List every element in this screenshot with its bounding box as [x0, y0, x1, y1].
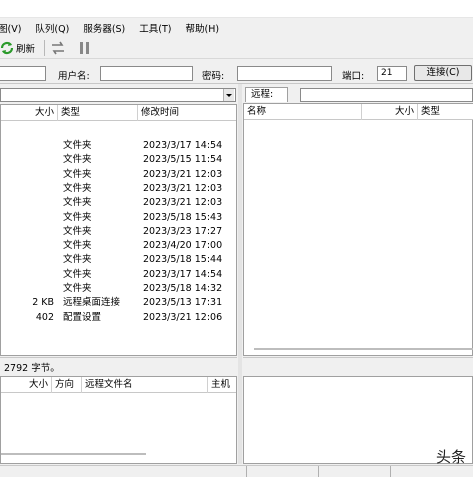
status-divider — [318, 466, 319, 477]
table-row[interactable]: 文件夹 2023/3/17 14:54 — [1, 268, 237, 282]
transfer-icon[interactable] — [50, 40, 66, 59]
table-row[interactable]: 文件夹 2023/3/21 12:03 — [1, 196, 237, 210]
port-label: 端口: — [342, 71, 365, 82]
file-modified: 2023/3/21 12:03 — [143, 182, 223, 194]
table-row[interactable]: 文件夹 2023/3/17 14:54 — [1, 139, 237, 153]
bottom-status-bar — [0, 465, 473, 477]
col-remote-file[interactable]: 远程文件名 — [82, 377, 208, 393]
status-divider — [246, 466, 247, 477]
file-type: 文件夹 — [63, 283, 92, 294]
queue-scrollbar[interactable] — [1, 453, 146, 455]
watermark-text: 头条 — [436, 448, 467, 466]
menu-help[interactable]: 帮助(H) — [185, 21, 219, 35]
table-row[interactable]: 文件夹 2023/5/15 11:54 — [1, 153, 237, 167]
host-field[interactable] — [0, 66, 46, 81]
password-field[interactable] — [237, 66, 332, 81]
col-remote-type[interactable]: 类型 — [418, 104, 473, 120]
table-row[interactable]: 文件夹 2023/5/18 15:43 — [1, 211, 237, 225]
table-row[interactable]: 402 配置设置 2023/3/21 12:06 — [1, 311, 237, 325]
file-modified: 2023/5/18 14:32 — [143, 283, 223, 294]
title-strip — [0, 0, 473, 18]
file-type: 文件夹 — [63, 211, 92, 223]
file-modified: 2023/5/18 15:43 — [143, 211, 223, 223]
tab-remote[interactable]: 远程: — [245, 87, 288, 102]
file-modified: 2023/3/21 12:06 — [143, 311, 223, 323]
username-label: 用户名: — [58, 71, 90, 82]
col-host[interactable]: 主机 — [208, 377, 236, 393]
remote-file-list: 名称 大小 类型 — [243, 103, 473, 356]
file-type: 文件夹 — [63, 254, 92, 266]
table-row[interactable]: 文件夹 2023/3/23 17:27 — [1, 225, 237, 239]
col-name[interactable]: 名称 — [244, 104, 362, 120]
col-direction[interactable]: 方向 — [52, 377, 82, 393]
dropdown-arrow-icon[interactable] — [223, 89, 234, 101]
remote-list-header: 名称 大小 类型 — [244, 104, 473, 120]
file-type: 文件夹 — [63, 154, 92, 166]
transfer-queue: 大小 方向 远程文件名 主机 — [0, 376, 237, 464]
menu-server[interactable]: 服务器(S) — [83, 21, 125, 35]
file-type: 文件夹 — [63, 240, 92, 252]
pause-icon[interactable] — [78, 40, 92, 59]
file-modified: 2023/4/20 17:00 — [143, 240, 223, 252]
file-type: 文件夹 — [63, 182, 92, 194]
menu-bar: 图(V) 队列(Q) 服务器(S) 工具(T) 帮助(H) — [0, 19, 473, 37]
file-modified: 2023/3/23 17:27 — [143, 225, 223, 237]
remote-path-field[interactable] — [300, 88, 473, 102]
file-type: 文件夹 — [63, 268, 92, 280]
file-modified: 2023/3/17 14:54 — [143, 268, 223, 280]
menu-queue[interactable]: 队列(Q) — [35, 21, 69, 35]
table-row[interactable]: 文件夹 2023/5/18 14:32 — [1, 282, 237, 296]
menu-tools[interactable]: 工具(T) — [139, 21, 171, 35]
file-size: 402 — [35, 311, 54, 323]
local-file-list: 大小 类型 修改时间 文件夹 2023/3/17 14:54 文件夹 2023/5/1… — [0, 104, 237, 356]
file-modified: 2023/5/18 15:44 — [143, 254, 223, 266]
local-status-text: 2792 字节。 — [4, 363, 60, 374]
col-type[interactable]: 类型 — [58, 105, 138, 121]
username-field[interactable] — [100, 66, 193, 81]
table-row[interactable]: 文件夹 2023/3/21 12:03 — [1, 168, 237, 182]
table-row[interactable]: 2 KB 远程桌面连接 2023/5/13 17:31 — [1, 296, 237, 310]
port-field[interactable]: 21 — [377, 66, 407, 81]
table-row[interactable]: 文件夹 2023/3/21 12:03 — [1, 182, 237, 196]
col-queue-size[interactable]: 大小 — [1, 377, 52, 393]
toolbar-separator — [44, 40, 45, 56]
file-size: 2 KB — [32, 297, 54, 309]
password-label: 密码: — [202, 71, 225, 82]
pane-splitter[interactable] — [238, 84, 242, 464]
toolbar: 刷新 — [0, 37, 473, 59]
table-row[interactable]: 文件夹 2023/5/18 15:44 — [1, 253, 237, 267]
table-row[interactable]: 文件夹 2023/4/20 17:00 — [1, 239, 237, 253]
file-type: 文件夹 — [63, 168, 92, 180]
file-type: 文件夹 — [63, 140, 92, 151]
menu-view[interactable]: 图(V) — [0, 21, 21, 35]
file-modified: 2023/5/13 17:31 — [143, 297, 223, 309]
file-type: 文件夹 — [63, 225, 92, 237]
connection-bar: 用户名: 密码: 端口: 21 连接(C) — [0, 62, 473, 84]
connect-button[interactable]: 连接(C) — [414, 65, 472, 81]
file-modified: 2023/3/21 12:03 — [143, 168, 223, 180]
file-modified: 2023/3/21 12:03 — [143, 197, 223, 209]
refresh-button[interactable]: 刷新 — [0, 40, 35, 56]
queue-header: 大小 方向 远程文件名 主机 — [1, 377, 236, 393]
remote-scrollbar[interactable] — [254, 348, 473, 350]
local-path-combo[interactable] — [0, 88, 236, 102]
local-status-bar: 2792 字节。 — [0, 357, 237, 374]
col-size[interactable]: 大小 — [1, 105, 58, 121]
status-divider — [390, 466, 391, 477]
remote-status-bar — [243, 357, 473, 373]
col-remote-size[interactable]: 大小 — [362, 104, 418, 120]
file-type: 文件夹 — [63, 197, 92, 209]
file-modified: 2023/3/17 14:54 — [143, 140, 223, 151]
file-type: 配置设置 — [63, 311, 102, 323]
refresh-icon — [0, 41, 14, 55]
file-type: 远程桌面连接 — [63, 297, 121, 309]
col-modified[interactable]: 修改时间 — [138, 105, 236, 121]
file-modified: 2023/5/15 11:54 — [143, 154, 223, 166]
refresh-label: 刷新 — [16, 44, 36, 55]
local-list-header: 大小 类型 修改时间 — [1, 105, 236, 121]
